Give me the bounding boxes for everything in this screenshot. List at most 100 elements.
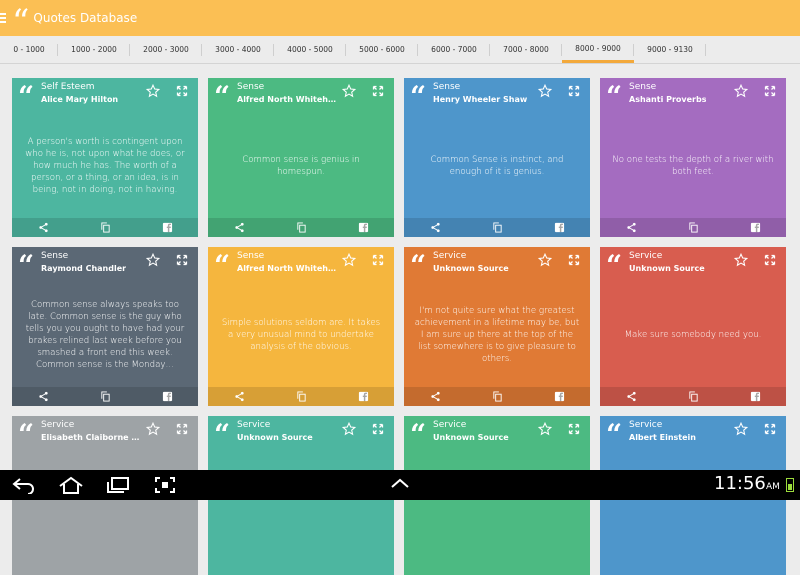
quote-author: Alfred North Whitehead (237, 95, 337, 104)
quote-text (610, 452, 776, 556)
range-tabs: 0 - 1000 1000 - 2000 2000 - 3000 3000 - 400… (0, 36, 800, 64)
fullscreen-expand-icon[interactable] (372, 254, 384, 266)
favorite-star-icon[interactable] (342, 422, 356, 436)
facebook-icon[interactable] (554, 222, 565, 233)
quote-card[interactable]: “ Sense Ashanti Proverbs No one tests the d… (600, 78, 786, 237)
favorite-star-icon[interactable] (146, 253, 160, 267)
tab-range-5[interactable]: 5000 - 6000 (346, 36, 418, 63)
quote-card[interactable]: “ Sense Alfred North Whitehead Simple solut… (208, 247, 394, 406)
screenshot-icon[interactable] (154, 476, 176, 494)
fullscreen-expand-icon[interactable] (568, 85, 580, 97)
quote-category: Sense (237, 251, 265, 261)
favorite-star-icon[interactable] (146, 422, 160, 436)
copy-icon[interactable] (688, 391, 699, 402)
quote-card-header: “ Sense Alfred North Whitehead (208, 247, 394, 282)
share-icon[interactable] (234, 391, 245, 402)
quote-author: Albert Einstein (629, 433, 696, 442)
favorite-star-icon[interactable] (342, 253, 356, 267)
fullscreen-expand-icon[interactable] (568, 423, 580, 435)
tab-range-6[interactable]: 6000 - 7000 (418, 36, 490, 63)
fullscreen-expand-icon[interactable] (764, 423, 776, 435)
quote-text: Common sense is genius in homespun. (242, 155, 360, 177)
quote-card[interactable]: “ Service Unknown Source Make sure somebody… (600, 247, 786, 406)
share-icon[interactable] (38, 222, 49, 233)
fullscreen-expand-icon[interactable] (176, 254, 188, 266)
facebook-icon[interactable] (750, 391, 761, 402)
tab-range-9[interactable]: 9000 - 9130 (634, 36, 706, 63)
quote-author: Alice Mary Hilton (41, 95, 119, 104)
tab-range-2[interactable]: 2000 - 3000 (130, 36, 202, 63)
quote-card-header: “ Service Unknown Source (600, 247, 786, 282)
share-icon[interactable] (626, 222, 637, 233)
copy-icon[interactable] (492, 222, 503, 233)
fullscreen-expand-icon[interactable] (176, 85, 188, 97)
home-icon[interactable] (58, 476, 84, 494)
facebook-icon[interactable] (162, 222, 173, 233)
copy-icon[interactable] (296, 391, 307, 402)
quote-category: Sense (41, 251, 69, 261)
facebook-icon[interactable] (358, 222, 369, 233)
favorite-star-icon[interactable] (146, 84, 160, 98)
recent-apps-icon[interactable] (106, 476, 130, 494)
share-icon[interactable] (626, 391, 637, 402)
facebook-icon[interactable] (162, 391, 173, 402)
favorite-star-icon[interactable] (734, 422, 748, 436)
share-icon[interactable] (430, 391, 441, 402)
tab-range-0[interactable]: 0 - 1000 (0, 36, 58, 63)
fullscreen-expand-icon[interactable] (764, 85, 776, 97)
share-icon[interactable] (234, 222, 245, 233)
quote-card[interactable]: “ Service Unknown Source I'm not quite sure… (404, 247, 590, 406)
quote-card-actions (600, 387, 786, 406)
quote-category: Sense (629, 82, 657, 92)
facebook-icon[interactable] (750, 222, 761, 233)
favorite-star-icon[interactable] (734, 84, 748, 98)
fullscreen-expand-icon[interactable] (764, 254, 776, 266)
quote-card[interactable]: “ Sense Henry Wheeler Shaw Common Sense is … (404, 78, 590, 237)
favorite-star-icon[interactable] (342, 84, 356, 98)
menu-icon[interactable] (0, 13, 8, 23)
quote-category: Service (629, 251, 663, 261)
quote-text (218, 452, 384, 556)
tab-range-1[interactable]: 1000 - 2000 (58, 36, 130, 63)
quote-card-actions (208, 387, 394, 406)
fullscreen-expand-icon[interactable] (372, 423, 384, 435)
quote-author: Ashanti Proverbs (629, 95, 707, 104)
quote-card[interactable]: “ Self Esteem Alice Mary Hilton A person's … (12, 78, 198, 237)
copy-icon[interactable] (100, 391, 111, 402)
share-icon[interactable] (38, 391, 49, 402)
tab-range-3[interactable]: 3000 - 4000 (202, 36, 274, 63)
quote-card-header: “ Service Unknown Source (404, 247, 590, 282)
copy-icon[interactable] (296, 222, 307, 233)
favorite-star-icon[interactable] (538, 422, 552, 436)
quote-author: Raymond Chandler (41, 264, 127, 273)
quote-card-header: “ Sense Henry Wheeler Shaw (404, 78, 590, 113)
copy-icon[interactable] (688, 222, 699, 233)
quote-text: A person's worth is contingent upon who … (25, 137, 185, 195)
tab-range-8[interactable]: 8000 - 9000 (562, 36, 634, 63)
fullscreen-expand-icon[interactable] (372, 85, 384, 97)
quote-mark-icon: “ (606, 249, 623, 282)
quote-mark-icon: “ (606, 418, 623, 451)
share-icon[interactable] (430, 222, 441, 233)
tab-range-4[interactable]: 4000 - 5000 (274, 36, 346, 63)
quote-card-header: “ Service Elisabeth Claiborne Or... (12, 416, 198, 451)
quote-card[interactable]: “ Sense Alfred North Whitehead Common sense… (208, 78, 394, 237)
quote-author: Unknown Source (433, 433, 509, 442)
favorite-star-icon[interactable] (538, 253, 552, 267)
copy-icon[interactable] (100, 222, 111, 233)
quote-text: Simple solutions seldom are. It takes a … (221, 318, 381, 352)
tab-range-7[interactable]: 7000 - 8000 (490, 36, 562, 63)
favorite-star-icon[interactable] (538, 84, 552, 98)
app-title: Quotes Database (33, 11, 138, 25)
facebook-icon[interactable] (358, 391, 369, 402)
copy-icon[interactable] (492, 391, 503, 402)
quote-card[interactable]: “ Sense Raymond Chandler Common sense alway… (12, 247, 198, 406)
favorite-star-icon[interactable] (734, 253, 748, 267)
fullscreen-expand-icon[interactable] (176, 423, 188, 435)
facebook-icon[interactable] (554, 391, 565, 402)
quote-text: Make sure somebody need you. (624, 330, 762, 340)
fullscreen-expand-icon[interactable] (568, 254, 580, 266)
back-icon[interactable] (12, 476, 36, 494)
quote-author: Unknown Source (237, 433, 313, 442)
chevron-up-icon[interactable] (390, 476, 410, 490)
